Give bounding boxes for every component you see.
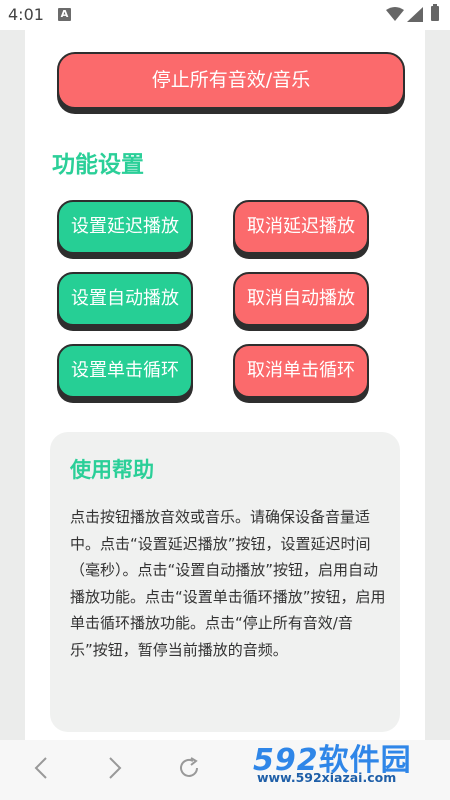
notification-a-icon: A xyxy=(58,8,71,21)
set-click-loop-button[interactable]: 设置单击循环 xyxy=(57,344,193,398)
watermark: 592软件园 www.592xiazai.com xyxy=(245,735,445,790)
signal-icon xyxy=(407,7,423,22)
app-page: 停止所有音效/音乐 功能设置 设置延迟播放 取消延迟播放 设置自动播放 取消自动… xyxy=(25,30,425,740)
help-card: 使用帮助 点击按钮播放音效或音乐。请确保设备音量适中。点击“设置延迟播放”按钮，… xyxy=(50,432,400,732)
stop-all-button[interactable]: 停止所有音效/音乐 xyxy=(57,52,405,109)
refresh-icon[interactable] xyxy=(177,756,201,780)
battery-icon xyxy=(431,4,439,21)
cancel-delay-play-button[interactable]: 取消延迟播放 xyxy=(233,200,369,254)
cancel-auto-play-button[interactable]: 取消自动播放 xyxy=(233,272,369,326)
help-title: 使用帮助 xyxy=(70,458,154,482)
back-icon[interactable] xyxy=(33,756,49,780)
forward-icon[interactable] xyxy=(107,756,123,780)
watermark-url: www.592xiazai.com xyxy=(257,770,397,785)
set-delay-play-button[interactable]: 设置延迟播放 xyxy=(57,200,193,254)
wifi-icon xyxy=(386,7,404,21)
set-auto-play-button[interactable]: 设置自动播放 xyxy=(57,272,193,326)
status-bar: 4:01 A xyxy=(0,0,450,30)
section-title: 功能设置 xyxy=(52,152,144,178)
help-text: 点击按钮播放音效或音乐。请确保设备音量适中。点击“设置延迟播放”按钮，设置延迟时… xyxy=(70,508,386,659)
status-time: 4:01 xyxy=(8,5,44,24)
cancel-click-loop-button[interactable]: 取消单击循环 xyxy=(233,344,369,398)
